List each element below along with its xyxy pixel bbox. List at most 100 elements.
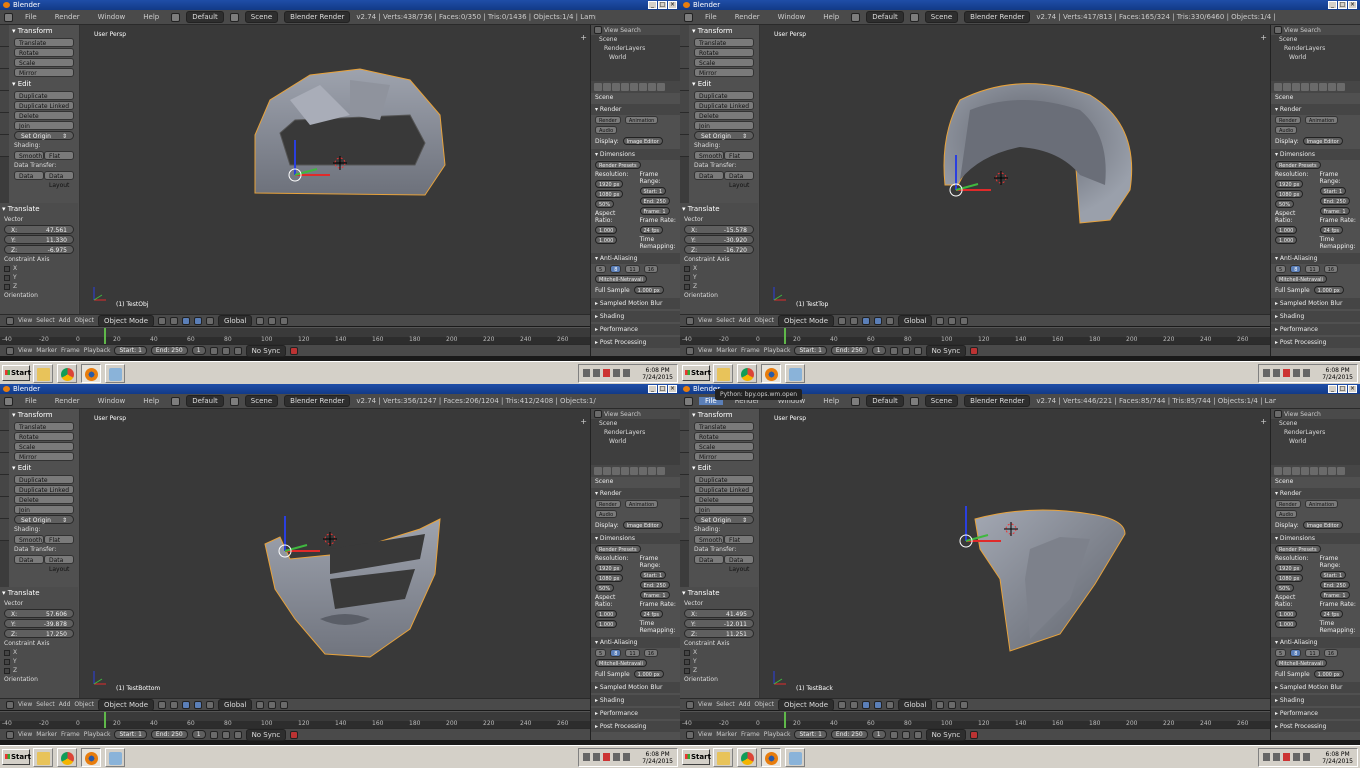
view3d-menu-1[interactable]: Select: [36, 701, 55, 708]
aa-sample-11[interactable]: 11: [625, 265, 640, 273]
aa-sample-16[interactable]: 16: [643, 265, 659, 273]
transform_buttons-2-button[interactable]: Scale: [694, 442, 754, 451]
tool-tab[interactable]: [0, 25, 9, 47]
edit_buttons-2-button[interactable]: Delete: [694, 495, 754, 504]
layers-icon[interactable]: [936, 700, 945, 709]
view3d-menu-0[interactable]: View: [698, 317, 712, 324]
operator-header[interactable]: ▾ Translate: [0, 203, 78, 215]
render-panel-header[interactable]: ▾ Render: [1271, 104, 1360, 115]
menu-file[interactable]: File: [19, 397, 43, 405]
render-button[interactable]: Render: [1275, 116, 1301, 124]
minimize-icon[interactable]: _: [1328, 1, 1337, 9]
display-dropdown[interactable]: Image Editor: [1302, 137, 1343, 145]
set-origin-dropdown[interactable]: Set Origin ⇕: [694, 515, 754, 524]
editor-type-icon[interactable]: [6, 316, 14, 325]
material-tab-icon[interactable]: [1328, 83, 1336, 91]
timeline-menu-1[interactable]: Marker: [36, 731, 57, 738]
maximize-icon[interactable]: □: [658, 385, 667, 393]
res-y-field[interactable]: 1080 px: [595, 574, 624, 582]
rotate-manip-icon[interactable]: [206, 316, 215, 325]
aa-sample-8[interactable]: 8: [1290, 649, 1302, 657]
constraint-axis-2[interactable]: Z: [0, 282, 78, 291]
shading-mode-icon[interactable]: [158, 700, 167, 709]
start-frame-field[interactable]: Start: 1: [794, 730, 827, 739]
outliner-view-menu[interactable]: View: [604, 411, 618, 418]
record-icon[interactable]: [290, 730, 299, 739]
edit_buttons-3-button[interactable]: Join: [694, 505, 754, 514]
object-tab-icon[interactable]: [630, 467, 638, 475]
scene-icon[interactable]: [229, 12, 239, 22]
res-x-field[interactable]: 1920 px: [595, 564, 624, 572]
tool-tab[interactable]: [680, 25, 689, 47]
shading-mode-icon[interactable]: [838, 316, 847, 325]
jump-end-icon[interactable]: [913, 346, 922, 355]
transform_buttons-2-button[interactable]: Scale: [14, 58, 74, 67]
render-presets-dropdown[interactable]: Render Presets: [595, 161, 641, 169]
screen-layout-icon[interactable]: [171, 396, 181, 406]
timeline-menu-3[interactable]: Playback: [84, 731, 111, 738]
timeline[interactable]: -40 -20 0 20 40 60 80 100 120 140 160 180 200 220 240 2…: [680, 711, 1270, 729]
res-pct-field[interactable]: 50%: [595, 584, 615, 592]
render-engine-dropdown[interactable]: Blender Render: [284, 395, 351, 407]
taskbar-chrome[interactable]: [57, 364, 77, 383]
editor-type-icon[interactable]: [686, 730, 694, 739]
edit_buttons-3-button[interactable]: Join: [694, 121, 754, 130]
audio-button[interactable]: Audio: [1275, 126, 1298, 134]
res-y-field[interactable]: 1080 px: [595, 190, 624, 198]
record-icon[interactable]: [970, 346, 979, 355]
transform_buttons-3-button[interactable]: Mirror: [14, 68, 74, 77]
minimize-icon[interactable]: _: [648, 385, 657, 393]
constraint-axis-0[interactable]: X: [680, 648, 758, 657]
props-section[interactable]: ▸ Shading: [1271, 695, 1360, 706]
aa-size-field[interactable]: 1.000 px: [633, 286, 664, 294]
panel-transform-header[interactable]: ▾ Transform: [10, 409, 78, 421]
timeline-menu-3[interactable]: Playback: [764, 347, 791, 354]
render-button[interactable]: Render: [595, 116, 621, 124]
pivot-icon[interactable]: [850, 316, 859, 325]
data-button[interactable]: Data: [14, 171, 44, 180]
rotate-manip-icon[interactable]: [206, 700, 215, 709]
modifier-tab-icon[interactable]: [1319, 83, 1327, 91]
props-section[interactable]: ▸ Performance: [591, 708, 680, 719]
play-icon[interactable]: [221, 730, 230, 739]
outliner-item[interactable]: World: [591, 53, 680, 62]
start-button[interactable]: Start: [682, 365, 711, 381]
taskbar-blender[interactable]: [81, 748, 101, 767]
frame-start-field[interactable]: Start: 1: [639, 571, 667, 579]
translate-y-field[interactable]: Y: -12.011: [684, 619, 754, 628]
outliner-item[interactable]: World: [1271, 437, 1360, 446]
aa-sample-5[interactable]: 5: [595, 265, 607, 273]
timeline-menu-2[interactable]: Frame: [61, 347, 80, 354]
texture-tab-icon[interactable]: [1337, 83, 1345, 91]
translate-x-field[interactable]: X: -15.578: [684, 225, 754, 234]
maximize-icon[interactable]: □: [658, 1, 667, 9]
modifier-tab-icon[interactable]: [639, 83, 647, 91]
outliner-item[interactable]: Scene: [1271, 35, 1360, 44]
editor-type-icon[interactable]: [6, 730, 14, 739]
tool-tab[interactable]: [0, 497, 9, 519]
clock[interactable]: 6:08 PM 7/24/2015: [1322, 751, 1353, 765]
props-section[interactable]: ▸ Post Processing: [1271, 721, 1360, 732]
res-pct-field[interactable]: 50%: [1275, 584, 1295, 592]
fps-dropdown[interactable]: 24 fps: [639, 226, 663, 234]
res-pct-field[interactable]: 50%: [595, 200, 615, 208]
props-section[interactable]: ▸ Shading: [591, 695, 680, 706]
aspect-y-field[interactable]: 1.000: [1275, 620, 1298, 628]
transform_buttons-1-button[interactable]: Rotate: [14, 48, 74, 57]
jump-start-icon[interactable]: [209, 730, 218, 739]
close-icon[interactable]: ×: [1348, 385, 1357, 393]
animation-button[interactable]: Animation: [1304, 500, 1339, 508]
object-tab-icon[interactable]: [1310, 83, 1318, 91]
data-button[interactable]: Data: [694, 555, 724, 564]
snap-icon[interactable]: [268, 316, 277, 325]
props-section[interactable]: ▸ Sampled Motion Blur: [1271, 298, 1360, 309]
aa-sample-8[interactable]: 8: [610, 265, 622, 273]
manipulator-icon[interactable]: [182, 700, 191, 709]
translate-z-field[interactable]: Z: -6.975: [4, 245, 74, 254]
timeline-menu-2[interactable]: Frame: [741, 731, 760, 738]
tool-tab[interactable]: [0, 475, 9, 497]
data-button[interactable]: Data: [694, 171, 724, 180]
transform_buttons-2-button[interactable]: Scale: [694, 58, 754, 67]
close-icon[interactable]: ×: [668, 1, 677, 9]
props-section[interactable]: ▸ Sampled Motion Blur: [591, 682, 680, 693]
